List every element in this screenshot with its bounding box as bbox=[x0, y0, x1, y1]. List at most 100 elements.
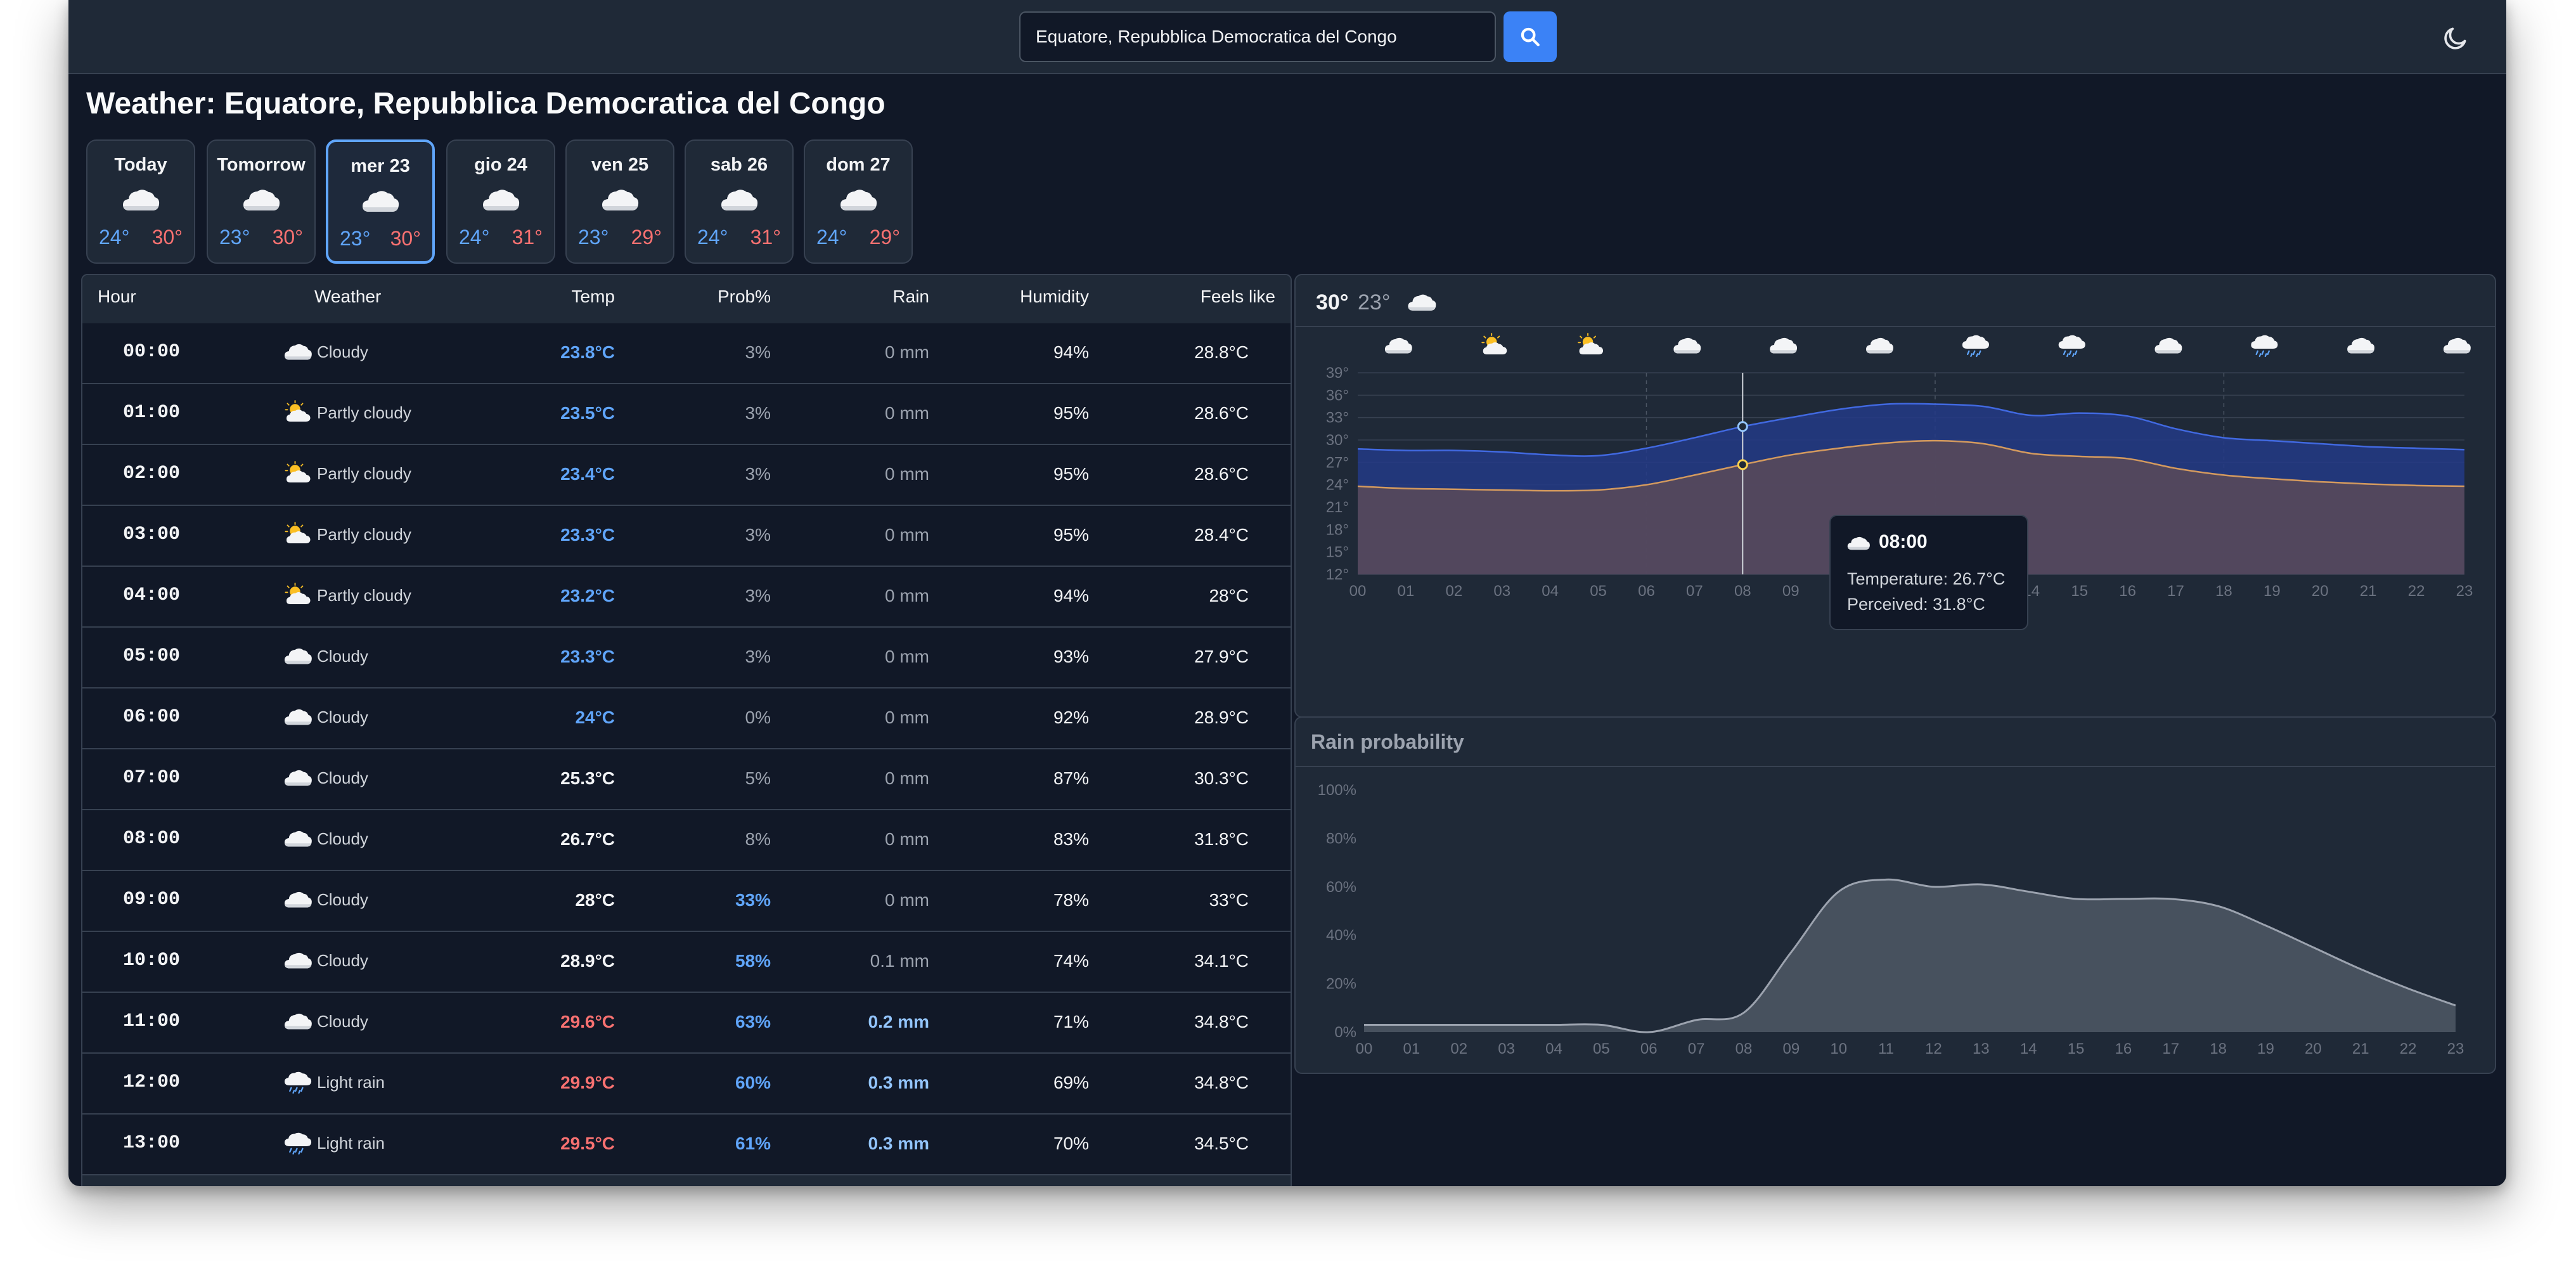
table-row[interactable]: 03:00 Partly cloudy 23.3°C 3% 0 mm 95% 28.4°C bbox=[82, 506, 1291, 567]
row-feels-like: 33°C bbox=[1209, 890, 1249, 910]
table-row[interactable]: 04:00 Partly cloudy 23.2°C 3% 0 mm 94% 28°C bbox=[82, 567, 1291, 628]
location-search-input[interactable] bbox=[1019, 11, 1496, 62]
row-rain: 0 mm bbox=[885, 890, 929, 910]
day-min-temp: 23° bbox=[578, 226, 609, 249]
row-feels-like: 34.1°C bbox=[1194, 951, 1249, 971]
partly-cloudy-icon bbox=[1482, 333, 1507, 354]
partly-cloudy-icon bbox=[283, 459, 313, 487]
cloud-icon bbox=[719, 183, 759, 216]
row-temp: 23.3°C bbox=[560, 525, 615, 545]
row-hour: 10:00 bbox=[123, 950, 181, 971]
table-row[interactable]: 07:00 Cloudy 25.3°C 5% 0 mm 87% 30.3°C bbox=[82, 749, 1291, 810]
table-row[interactable]: 06:00 Cloudy 24°C 0% 0 mm 92% 28.9°C bbox=[82, 688, 1291, 749]
day-min-temp: 24° bbox=[459, 226, 490, 249]
rain-probability-chart[interactable]: 100% 80% 60% 40% 20% 0%00 01 02 03 04 05 06 07 08 09 10… bbox=[1296, 766, 2495, 1073]
table-row[interactable]: 13:00 Light rain 29.5°C 61% 0.3 mm 70% 34.5°C bbox=[82, 1115, 1291, 1175]
x-tick-label: 03 bbox=[1493, 583, 1510, 600]
header-prob: Prob% bbox=[717, 287, 771, 306]
x-tick-label: 06 bbox=[1640, 1040, 1658, 1057]
y-tick-label: 0% bbox=[1334, 1024, 1356, 1041]
cloud-icon bbox=[283, 702, 313, 730]
day-card-mer-23[interactable]: mer 23 23° 30° bbox=[326, 139, 435, 264]
table-row[interactable]: 01:00 Partly cloudy 23.5°C 3% 0 mm 95% 28.6°C bbox=[82, 384, 1291, 445]
row-rain: 0 mm bbox=[885, 342, 929, 362]
day-max-temp: 31° bbox=[750, 226, 781, 249]
rain-probability-panel: Rain probability 100% 80% 60% 40% 20% 0% 00 01 0… bbox=[1294, 716, 2496, 1074]
day-card-tomorrow[interactable]: Tomorrow 23° 30° bbox=[207, 139, 316, 264]
day-max-temp: 29° bbox=[869, 226, 900, 249]
day-card-dom-27[interactable]: dom 27 24° 29° bbox=[804, 139, 913, 264]
x-tick-label: 00 bbox=[1356, 1040, 1373, 1057]
x-tick-label: 08 bbox=[1736, 1040, 1753, 1057]
x-tick-label: 20 bbox=[2305, 1040, 2322, 1057]
cloud-icon bbox=[838, 183, 879, 216]
row-weather: Partly cloudy bbox=[317, 525, 411, 544]
row-hour: 01:00 bbox=[123, 402, 181, 423]
cloud-icon bbox=[241, 183, 281, 216]
x-tick-label: 23 bbox=[2456, 583, 2473, 600]
cloud-icon bbox=[1673, 338, 1701, 354]
day-card-sab-26[interactable]: sab 26 24° 31° bbox=[685, 139, 794, 264]
x-tick-label: 19 bbox=[2264, 583, 2281, 600]
row-humidity: 87% bbox=[1053, 768, 1089, 788]
row-feels-like: 28°C bbox=[1209, 586, 1249, 605]
day-card-today[interactable]: Today 24° 30° bbox=[86, 139, 195, 264]
row-temp: 23.8°C bbox=[560, 342, 615, 362]
table-row[interactable]: 08:00 Cloudy 26.7°C 8% 0 mm 83% 31.8°C bbox=[82, 810, 1291, 871]
cloud-icon bbox=[283, 337, 313, 365]
search-icon bbox=[1521, 27, 1540, 46]
cloud-icon bbox=[2444, 338, 2471, 354]
y-tick-label: 33° bbox=[1326, 410, 1349, 427]
row-temp: 23.5°C bbox=[560, 403, 615, 423]
x-tick-label: 22 bbox=[2400, 1040, 2417, 1057]
row-weather: Partly cloudy bbox=[317, 464, 411, 483]
header-humidity: Humidity bbox=[1020, 287, 1089, 306]
day-label: sab 26 bbox=[710, 155, 768, 175]
row-weather: Light rain bbox=[317, 1073, 385, 1092]
row-humidity: 94% bbox=[1053, 586, 1089, 605]
y-tick-label: 27° bbox=[1326, 454, 1349, 471]
row-feels-like: 28.6°C bbox=[1194, 464, 1249, 484]
row-prob: 61% bbox=[735, 1134, 771, 1153]
row-temp: 23.2°C bbox=[560, 586, 615, 605]
partly-cloudy-icon bbox=[1578, 333, 1603, 354]
cloud-icon bbox=[1846, 533, 1871, 553]
row-weather: Cloudy bbox=[317, 768, 368, 787]
row-humidity: 93% bbox=[1053, 647, 1089, 666]
row-rain: 0 mm bbox=[885, 403, 929, 423]
table-row[interactable]: 00:00 Cloudy 23.8°C 3% 0 mm 94% 28.8°C bbox=[82, 323, 1291, 384]
day-card-ven-25[interactable]: ven 25 23° 29° bbox=[565, 139, 674, 264]
row-feels-like: 31.8°C bbox=[1194, 829, 1249, 849]
table-row[interactable]: 11:00 Cloudy 29.6°C 63% 0.2 mm 71% 34.8°C bbox=[82, 993, 1291, 1054]
header-hour: Hour bbox=[98, 287, 136, 306]
row-rain: 0 mm bbox=[885, 829, 929, 849]
x-tick-label: 07 bbox=[1688, 1040, 1705, 1057]
row-temp: 23.3°C bbox=[560, 647, 615, 666]
row-temp: 29.5°C bbox=[560, 1134, 615, 1153]
x-tick-label: 04 bbox=[1542, 583, 1559, 600]
search-button[interactable] bbox=[1504, 11, 1557, 62]
header-rain: Rain bbox=[892, 287, 929, 306]
table-row[interactable]: 12:00 Light rain 29.9°C 60% 0.3 mm 69% 34.8°C bbox=[82, 1054, 1291, 1115]
day-max-temp: 30° bbox=[272, 226, 303, 249]
row-temp: 29.6°C bbox=[560, 1012, 615, 1031]
table-row[interactable]: 09:00 Cloudy 28°C 33% 0 mm 78% 33°C bbox=[82, 871, 1291, 932]
row-temp: 23.4°C bbox=[560, 464, 615, 484]
x-tick-label: 15 bbox=[2071, 583, 2088, 600]
x-tick-label: 16 bbox=[2119, 583, 2136, 600]
table-row[interactable]: 02:00 Partly cloudy 23.4°C 3% 0 mm 95% 28.6°C bbox=[82, 445, 1291, 506]
day-card-gio-24[interactable]: gio 24 24° 31° bbox=[446, 139, 555, 264]
x-tick-label: 17 bbox=[2167, 583, 2184, 600]
row-prob: 60% bbox=[735, 1073, 771, 1092]
row-humidity: 83% bbox=[1053, 829, 1089, 849]
day-label: gio 24 bbox=[474, 155, 527, 175]
row-hour: 05:00 bbox=[123, 645, 181, 667]
hourly-table: Hour Weather Temp Prob% Rain Humidity Fe… bbox=[81, 274, 1292, 1186]
chart-header: 30° 23° bbox=[1296, 275, 2495, 327]
x-tick-label: 09 bbox=[1782, 1040, 1800, 1057]
theme-toggle-button[interactable] bbox=[2442, 24, 2470, 52]
row-humidity: 69% bbox=[1053, 1073, 1089, 1092]
row-rain: 0 mm bbox=[885, 586, 929, 605]
table-row[interactable]: 05:00 Cloudy 23.3°C 3% 0 mm 93% 27.9°C bbox=[82, 628, 1291, 688]
table-row[interactable]: 10:00 Cloudy 28.9°C 58% 0.1 mm 74% 34.1°C bbox=[82, 932, 1291, 993]
